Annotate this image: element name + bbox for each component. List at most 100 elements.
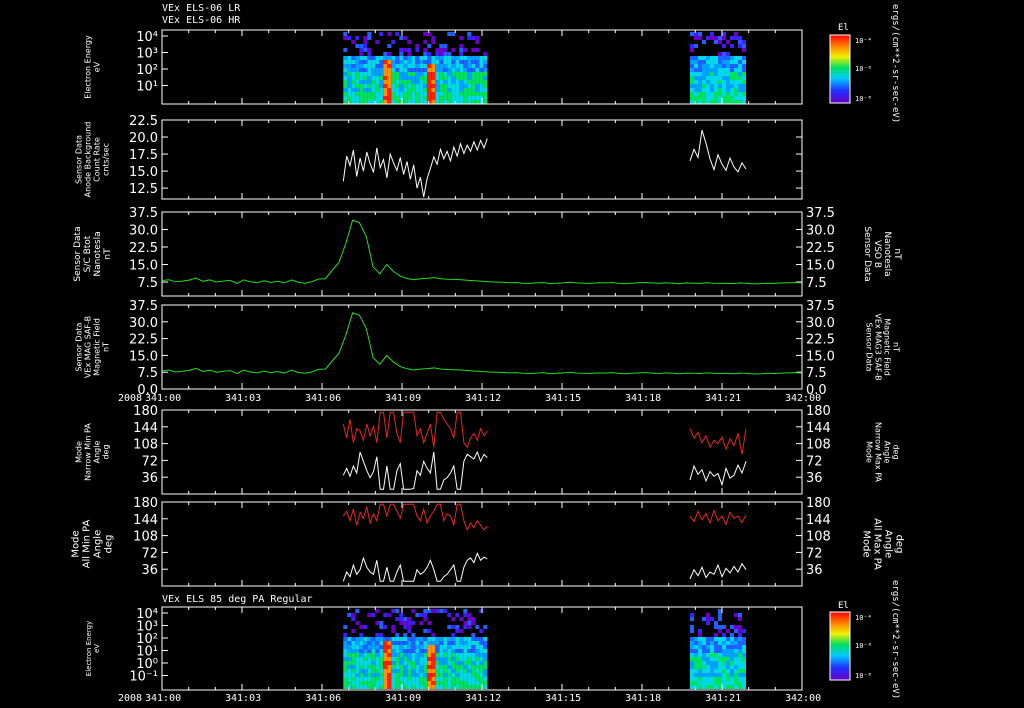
spectrogram-cell	[431, 633, 436, 637]
spectrogram-cell	[726, 60, 730, 64]
spectrogram-cell	[415, 677, 420, 681]
spectrogram-cell	[435, 665, 440, 669]
spectrogram-cell	[419, 685, 424, 689]
spectrogram-cell	[742, 80, 746, 84]
spectrogram-cell	[738, 665, 742, 669]
spectrogram-cell	[407, 64, 412, 68]
spectrogram-cell	[722, 56, 726, 60]
spectrogram-cell	[702, 677, 706, 681]
colorbar-tick: 10⁻⁴	[855, 37, 872, 45]
spectrogram-cell	[375, 653, 380, 657]
spectrogram-cell	[714, 673, 718, 677]
y-axis-label: Electron Energy	[84, 35, 93, 99]
spectrogram-cell	[363, 92, 368, 96]
spectrogram-cell	[371, 669, 376, 673]
spectrogram-cell	[387, 673, 392, 677]
spectrogram-cell	[367, 653, 372, 657]
spectrogram-cell	[742, 681, 746, 685]
spectrogram-cell	[371, 64, 376, 68]
spectrogram-cell	[726, 68, 730, 72]
spectrogram-cell	[742, 76, 746, 80]
spectrogram-cell	[479, 637, 484, 641]
spectrogram-cell	[439, 669, 444, 673]
spectrogram-cell	[718, 625, 722, 629]
spectrogram-cell	[742, 56, 746, 60]
spectrogram-cell	[435, 653, 440, 657]
spectrogram-cell	[355, 92, 360, 96]
spectrogram-cell	[467, 76, 472, 80]
spectrogram-cell	[403, 36, 408, 40]
spectrogram-cell	[722, 32, 726, 36]
spectrogram-cell	[371, 673, 376, 677]
spectrogram-cell	[698, 645, 702, 649]
spectrogram-cell	[363, 36, 368, 40]
spectrogram-cell	[706, 76, 710, 80]
series-line	[689, 508, 747, 526]
spectrogram-cell	[379, 84, 384, 88]
spectrogram-cell	[415, 92, 420, 96]
spectrogram-cell	[722, 60, 726, 64]
spectrogram-cell	[742, 653, 746, 657]
spectrogram-cell	[391, 685, 396, 689]
spectrogram-cell	[411, 685, 416, 689]
spectrogram-cell	[714, 36, 718, 40]
spectrogram-cell	[722, 649, 726, 653]
y-tick-label: 10³	[136, 47, 158, 62]
spectrogram-cell	[467, 64, 472, 68]
spectrogram-cell	[359, 52, 364, 56]
spectrogram-cell	[722, 72, 726, 76]
spectrogram-cell	[383, 72, 388, 76]
spectrogram-cell	[351, 72, 356, 76]
spectrogram-cell	[718, 645, 722, 649]
spectrogram-cell	[391, 645, 396, 649]
spectrogram-cell	[387, 661, 392, 665]
spectrogram-cell	[451, 669, 456, 673]
spectrogram-cell	[710, 92, 714, 96]
spectrogram-cell	[698, 96, 702, 100]
spectrogram-cell	[415, 613, 420, 617]
spectrogram-cell	[395, 68, 400, 72]
spectrogram-cell	[730, 633, 734, 637]
spectrogram-cell	[706, 64, 710, 68]
spectrogram-cell	[702, 72, 706, 76]
spectrogram-cell	[415, 685, 420, 689]
spectrogram-cell	[698, 661, 702, 665]
spectrogram-cell	[387, 645, 392, 649]
spectrogram-cell	[738, 72, 742, 76]
y-tick-label-right: 22.5	[806, 241, 835, 256]
spectrogram-cell	[415, 64, 420, 68]
spectrogram-cell	[347, 64, 352, 68]
spectrogram-cell	[483, 637, 488, 641]
spectrogram-cell	[439, 665, 444, 669]
spectrogram-cell	[383, 637, 388, 641]
spectrogram-cell	[694, 657, 698, 661]
spectrogram-cell	[435, 60, 440, 64]
spectrogram-cell	[702, 681, 706, 685]
spectrogram-cell	[395, 677, 400, 681]
y-axis-label: Sensor Data	[75, 135, 84, 184]
spectrogram-cell	[690, 100, 694, 104]
spectrogram-cell	[734, 613, 738, 617]
spectrogram-cell	[459, 60, 464, 64]
spectrogram-cell	[730, 637, 734, 641]
y-tick-label-right: 36	[806, 563, 823, 578]
spectrogram-cell	[427, 661, 432, 665]
spectrogram-cell	[359, 641, 364, 645]
spectrogram-cell	[463, 653, 468, 657]
spectrogram-cell	[730, 68, 734, 72]
spectrogram-cell	[351, 673, 356, 677]
spectrogram-cell	[407, 661, 412, 665]
spectrogram-cell	[399, 68, 404, 72]
spectrogram-cell	[718, 673, 722, 677]
spectrogram-cell	[718, 657, 722, 661]
spectrogram-cell	[375, 72, 380, 76]
spectrogram-cell	[471, 48, 476, 52]
spectrogram-cell	[379, 88, 384, 92]
spectrogram-cell	[459, 92, 464, 96]
spectrogram-cell	[443, 673, 448, 677]
spectrogram-cell	[706, 661, 710, 665]
spectrogram-cell	[439, 56, 444, 60]
spectrogram-cell	[391, 665, 396, 669]
spectrogram-cell	[483, 677, 488, 681]
spectrogram-cell	[379, 673, 384, 677]
